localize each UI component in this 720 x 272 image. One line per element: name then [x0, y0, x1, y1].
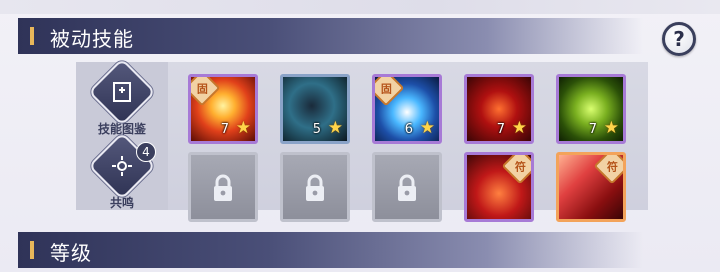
skill-codex-button[interactable]: 技能图鉴 [88, 58, 156, 137]
section-title-level: 等级 [50, 241, 92, 265]
skill-tag-text: 符 [514, 160, 526, 173]
skill-level: 5 [312, 122, 321, 137]
resonance-count-badge: 4 [136, 142, 156, 162]
lock-icon [306, 174, 324, 201]
star-icon: ★ [603, 118, 619, 138]
skill-slot[interactable]: 符 [556, 152, 626, 222]
header-accent-bar [30, 241, 34, 259]
skill-slot[interactable]: 7 ★ [464, 74, 534, 144]
skill-slot-locked[interactable] [188, 152, 258, 222]
skill-slot[interactable]: 6 ★ 固 [372, 74, 442, 144]
skill-slot-locked[interactable] [372, 152, 442, 222]
star-icon: ★ [419, 118, 435, 138]
skill-level: 7 [220, 122, 229, 137]
skill-slot[interactable]: 7 ★ [556, 74, 626, 144]
codex-emblem [88, 58, 156, 126]
top-strip [0, 0, 720, 14]
skill-slot[interactable]: 符 [464, 152, 534, 222]
skill-tag-text: 固 [380, 82, 392, 95]
skill-level: 7 [496, 122, 505, 137]
star-icon: ★ [511, 118, 527, 138]
star-icon: ★ [235, 118, 251, 138]
skill-level: 6 [404, 122, 413, 137]
section-header-level: 等级 [18, 232, 643, 268]
star-icon: ★ [327, 118, 343, 138]
book-icon [113, 82, 131, 102]
lock-icon [398, 174, 416, 201]
skill-slot-locked[interactable] [280, 152, 350, 222]
help-button[interactable]: ? [662, 22, 696, 56]
skill-tag-text: 符 [606, 160, 618, 173]
header-accent-bar [30, 27, 34, 45]
skill-level: 7 [588, 122, 597, 137]
skill-slot[interactable]: 7 ★ 固 [188, 74, 258, 144]
section-title-passive: 被动技能 [50, 27, 134, 51]
lock-icon [214, 174, 232, 201]
skill-slot[interactable]: 5 ★ [280, 74, 350, 144]
skill-tag-text: 固 [196, 82, 208, 95]
resonance-icon [112, 156, 132, 176]
section-header-passive: 被动技能 [18, 18, 643, 54]
